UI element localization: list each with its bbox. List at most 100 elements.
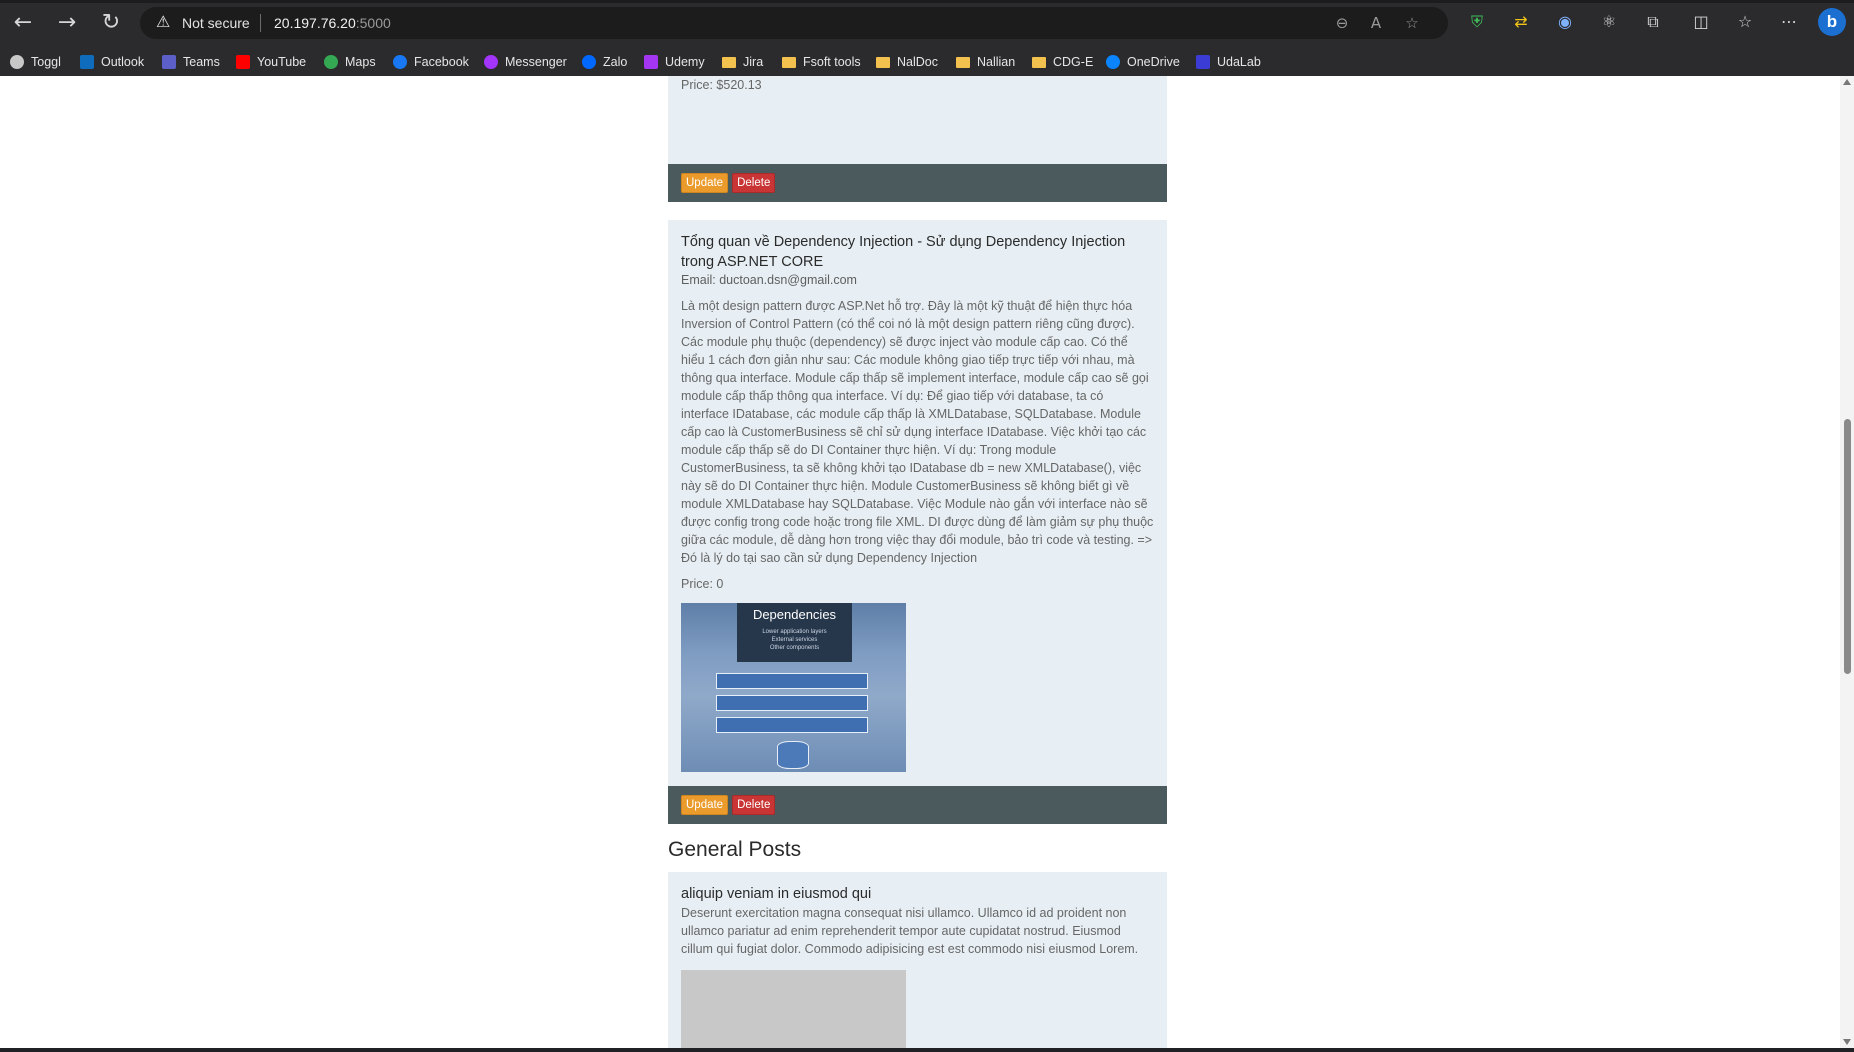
bookmark-nallian[interactable]: Nallian <box>956 53 1015 71</box>
bookmark-zalo[interactable]: Zalo <box>582 53 627 71</box>
post-card: Price: $520.13 Update Delete <box>668 76 1167 202</box>
folder-icon <box>956 56 970 68</box>
bookmark-naldoc[interactable]: NalDoc <box>876 53 938 71</box>
youtube-icon <box>236 55 250 69</box>
post-description: Deserunt exercitation magna consequat ni… <box>681 906 1139 956</box>
folder-icon <box>1032 56 1046 68</box>
scroll-down-arrow-icon[interactable] <box>1843 1039 1851 1045</box>
image-line: External services <box>771 637 818 643</box>
bookmark-youtube[interactable]: YouTube <box>236 53 306 71</box>
bookmark-toggl[interactable]: Toggl <box>10 53 61 71</box>
bookmark-label: Udemy <box>665 55 705 69</box>
image-layer-bar <box>716 717 868 733</box>
folder-icon <box>782 56 796 68</box>
bookmark-label: Toggl <box>31 55 61 69</box>
folder-icon <box>876 56 890 68</box>
bookmark-maps[interactable]: Maps <box>324 53 376 71</box>
bookmark-fsoft-tools[interactable]: Fsoft tools <box>782 53 861 71</box>
section-heading: General Posts <box>668 838 802 861</box>
bookmark-udalab[interactable]: UdaLab <box>1196 53 1261 71</box>
post-price: Price: $520.13 <box>681 78 762 92</box>
more-menu-icon[interactable]: ⋯ <box>1778 11 1800 33</box>
scrollbar-thumb[interactable] <box>1844 419 1851 674</box>
bookmark-label: Maps <box>345 55 376 69</box>
delete-button[interactable]: Delete <box>732 795 776 815</box>
maps-icon <box>324 55 338 69</box>
messenger-icon <box>484 55 498 69</box>
facebook-icon <box>393 55 407 69</box>
bookmark-facebook[interactable]: Facebook <box>393 53 469 71</box>
not-secure-label[interactable]: Not secure <box>182 15 250 31</box>
profile-extension-icon[interactable]: ◉ <box>1554 11 1576 33</box>
outlook-icon <box>80 55 94 69</box>
bing-copilot-icon[interactable]: b <box>1818 8 1846 36</box>
image-heading: Dependencies <box>752 607 837 622</box>
folder-icon <box>722 56 736 68</box>
update-button[interactable]: Update <box>681 173 729 193</box>
posts-column: Price: $520.13 Update Delete Tổng quan v… <box>668 76 1167 1048</box>
udalab-icon <box>1196 55 1210 69</box>
post-image: Dependencies Lower application layers Ex… <box>681 603 906 772</box>
back-button[interactable]: ← <box>10 10 36 36</box>
bookmark-label: Fsoft tools <box>803 55 861 69</box>
favorites-icon[interactable]: ☆ <box>1734 11 1756 33</box>
refresh-button[interactable]: ↻ <box>98 10 124 36</box>
split-screen-icon[interactable]: ◫ <box>1690 11 1712 33</box>
bookmark-jira[interactable]: Jira <box>722 53 763 71</box>
post-card-footer: Update Delete <box>668 164 1167 202</box>
browser-toolbar: ← → ↻ ⚠ Not secure 20.197.76.20:5000 ⊖ A… <box>0 0 1854 46</box>
bookmark-label: OneDrive <box>1127 55 1180 69</box>
sync-extension-icon[interactable]: ⇄ <box>1510 11 1532 33</box>
bookmark-outlook[interactable]: Outlook <box>80 53 144 71</box>
toggl-icon <box>10 55 24 69</box>
udemy-icon <box>644 55 658 69</box>
bookmark-cdg-e[interactable]: CDG-E <box>1032 53 1093 71</box>
bookmark-udemy[interactable]: Udemy <box>644 53 705 71</box>
image-panel: Dependencies Lower application layers Ex… <box>737 603 852 662</box>
bookmark-label: YouTube <box>257 55 307 69</box>
extensions-puzzle-icon[interactable]: ⧉ <box>1642 11 1664 33</box>
bookmark-label: Messenger <box>505 55 567 69</box>
read-aloud-icon[interactable]: A <box>1366 13 1386 33</box>
favorite-star-icon[interactable]: ☆ <box>1402 13 1422 33</box>
update-button[interactable]: Update <box>681 795 729 815</box>
address-bar[interactable]: ⚠ Not secure 20.197.76.20:5000 ⊖ A ☆ <box>140 7 1448 39</box>
bookmark-label: UdaLab <box>1217 55 1261 69</box>
image-line: Lower application layers <box>762 629 827 635</box>
warning-icon[interactable]: ⚠ <box>156 13 174 31</box>
address-divider <box>260 14 261 32</box>
scrollbar[interactable] <box>1840 76 1854 1048</box>
zoom-icon[interactable]: ⊖ <box>1332 13 1352 33</box>
bookmarks-bar: Toggl Outlook Teams YouTube Maps Faceboo… <box>0 46 1854 76</box>
react-extension-icon[interactable]: ⚛ <box>1598 11 1620 33</box>
forward-button[interactable]: → <box>54 10 80 36</box>
bookmark-label: Zalo <box>603 55 628 69</box>
bookmark-label: Teams <box>183 55 220 69</box>
post-image-placeholder <box>681 970 906 1048</box>
onedrive-icon <box>1106 55 1120 69</box>
bookmark-onedrive[interactable]: OneDrive <box>1106 53 1180 71</box>
shield-extension-icon[interactable]: ⛨ <box>1466 11 1488 33</box>
bookmark-label: Facebook <box>414 55 469 69</box>
bookmark-teams[interactable]: Teams <box>162 53 220 71</box>
url-host: 20.197.76.20 <box>274 15 356 31</box>
image-layer-bar <box>716 695 868 711</box>
bookmark-label: Nallian <box>977 55 1016 69</box>
url-text[interactable]: 20.197.76.20:5000 <box>274 15 391 31</box>
post-title: Tổng quan về Dependency Injection - Sử d… <box>681 234 1126 270</box>
delete-button[interactable]: Delete <box>732 173 776 193</box>
bookmark-label: Jira <box>743 55 764 69</box>
post-card: aliquip veniam in eiusmod qui Deserunt e… <box>668 872 1167 1048</box>
post-description: Là một design pattern được ASP.Net hỗ tr… <box>681 299 1154 565</box>
post-card-footer: Update Delete <box>668 786 1167 824</box>
scroll-up-arrow-icon[interactable] <box>1843 79 1851 85</box>
bookmark-messenger[interactable]: Messenger <box>484 53 567 71</box>
url-port: :5000 <box>355 15 391 31</box>
post-title: aliquip veniam in eiusmod qui <box>681 886 872 902</box>
teams-icon <box>162 55 176 69</box>
bookmark-label: Outlook <box>101 55 145 69</box>
post-email: Email: ductoan.dsn@gmail.com <box>681 273 857 287</box>
bookmark-label: CDG-E <box>1053 55 1094 69</box>
image-line: Other components <box>769 645 820 651</box>
post-price: Price: 0 <box>681 577 724 591</box>
